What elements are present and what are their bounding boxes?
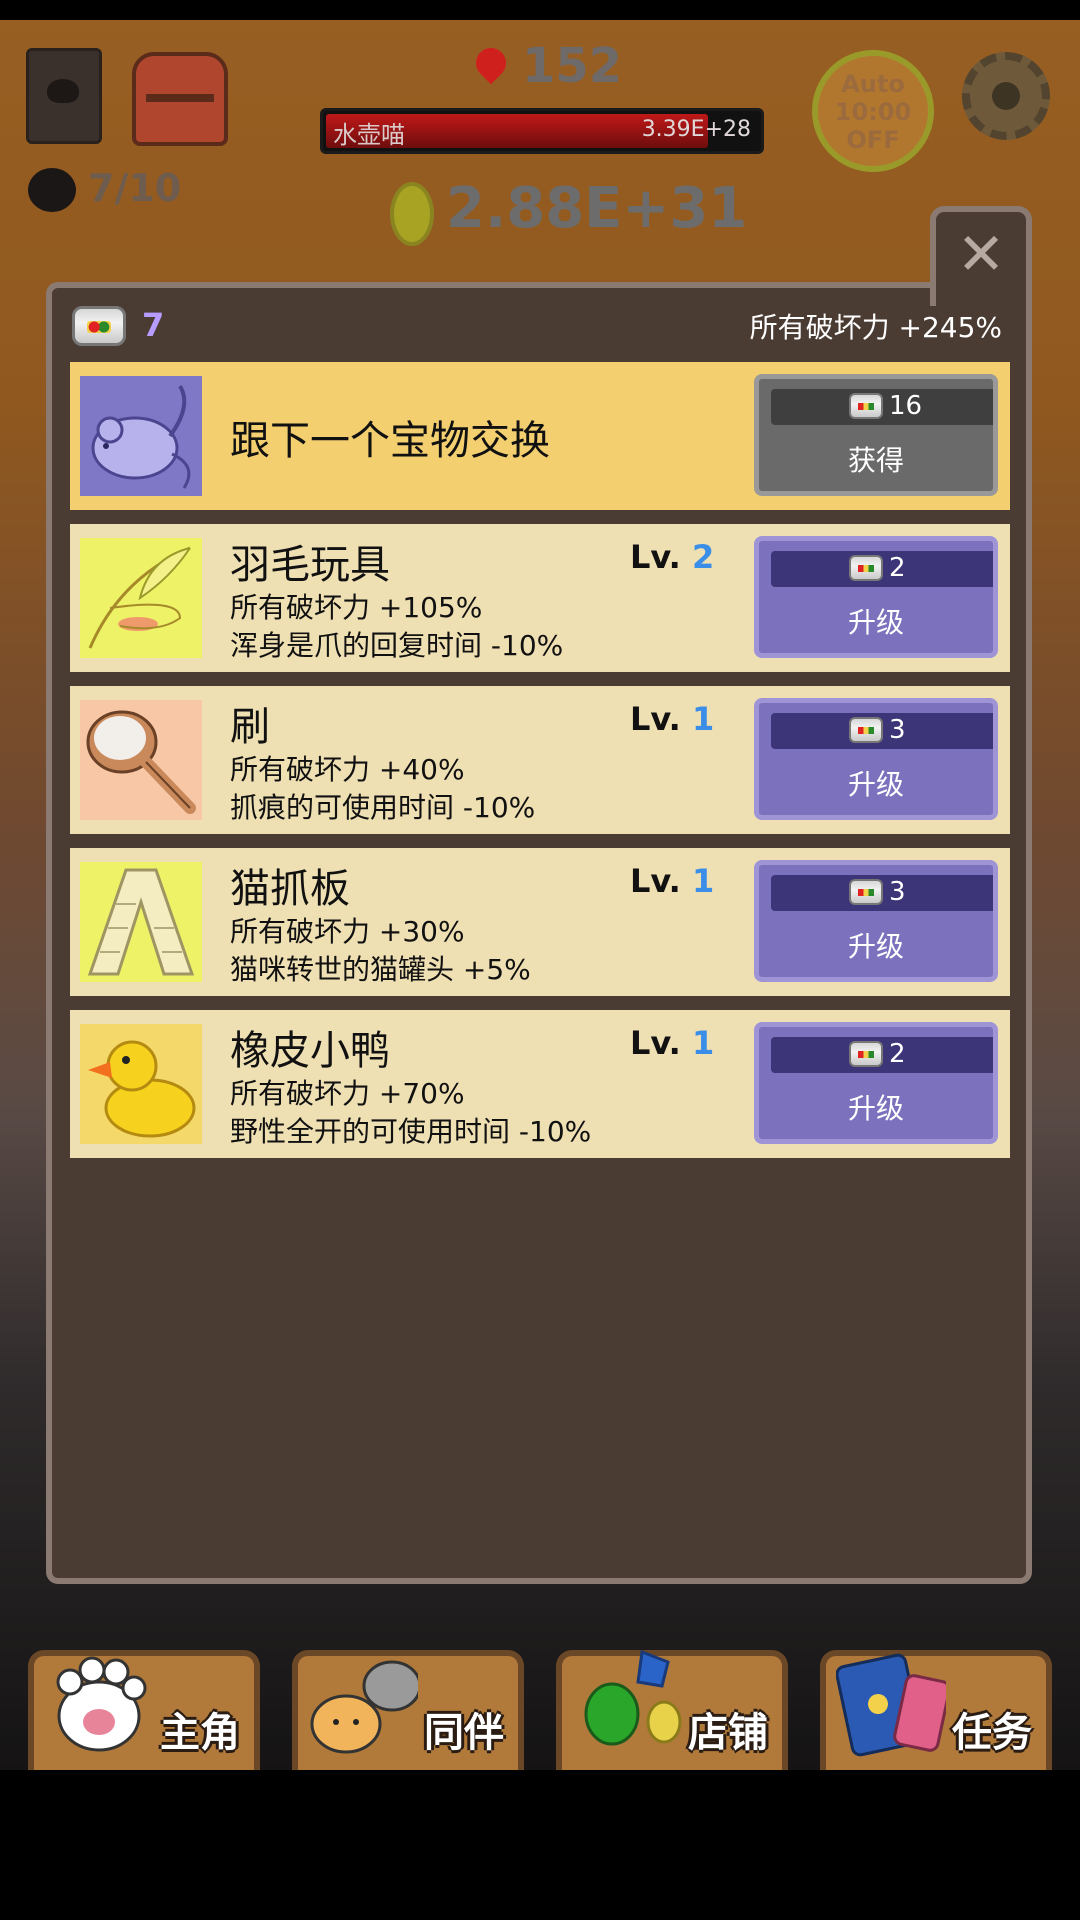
cost-value: 3 — [889, 715, 906, 745]
close-button[interactable]: ✕ — [930, 206, 1032, 306]
level-prefix: Lv. — [630, 538, 681, 576]
treasure-name: 刷 — [230, 704, 270, 750]
can-icon — [849, 1041, 883, 1067]
stage-number: 152 — [522, 38, 623, 94]
cost-bar: 3 — [771, 713, 993, 749]
upgrade-button-label: 升级 — [847, 1092, 904, 1125]
upgrade-button-label: 升级 — [847, 768, 904, 801]
paw-icon — [56, 1656, 147, 1752]
gems-icon — [584, 1649, 682, 1746]
treasure-level: Lv. 1 — [630, 700, 714, 738]
treasure-row: 橡皮小鸭 Lv. 1 所有破坏力 +70% 野性全开的可使用时间 -10% 2 … — [70, 1010, 1010, 1158]
cost-value: 2 — [889, 553, 906, 583]
nav-tab-companion[interactable]: 同伴 — [292, 1650, 524, 1770]
feather-toy-icon — [80, 538, 202, 658]
treasure-chest-icon[interactable] — [132, 52, 228, 146]
upgrade-button[interactable]: 2 升级 — [754, 1022, 998, 1144]
get-button[interactable]: 16 获得 — [754, 374, 998, 496]
level-value: 1 — [691, 862, 715, 900]
treasure-effect-2: 浑身是爪的回复时间 -10% — [230, 629, 564, 662]
level-prefix: Lv. — [630, 862, 681, 900]
treasure-effect-2: 猫咪转世的猫罐头 +5% — [230, 953, 531, 986]
total-damage-bonus: 所有破坏力 +245% — [749, 311, 1002, 344]
treasure-level: Lv. 1 — [630, 862, 714, 900]
cost-bar: 3 — [771, 875, 993, 911]
treasure-level: Lv. 2 — [630, 538, 714, 576]
auto-label: Auto — [841, 70, 905, 98]
nav-tab-label: 任务 — [952, 1710, 1032, 1756]
cat-count: 7/10 — [88, 166, 182, 210]
cost-value: 3 — [889, 877, 906, 907]
treasure-effect-1: 所有破坏力 +30% — [230, 915, 465, 948]
get-button-label: 获得 — [847, 444, 904, 477]
cost-bar: 2 — [771, 1037, 993, 1073]
cat-can-icon — [72, 306, 126, 346]
treasure-row: 猫抓板 Lv. 1 所有破坏力 +30% 猫咪转世的猫罐头 +5% 3 升级 — [70, 848, 1010, 996]
quest-book-icon — [836, 1653, 946, 1757]
boss-name: 水壶喵 — [333, 121, 405, 149]
brush-icon — [80, 700, 202, 820]
treasure-level: Lv. 1 — [630, 1024, 714, 1062]
auto-state: OFF — [846, 126, 900, 154]
cat-head-icon — [28, 168, 76, 212]
settings-gear-icon[interactable] — [962, 52, 1050, 140]
can-count: 7 — [142, 306, 165, 344]
treasure-effect-1: 所有破坏力 +40% — [230, 753, 465, 786]
treasure-row: 羽毛玩具 Lv. 2 所有破坏力 +105% 浑身是爪的回复时间 -10% 2 … — [70, 524, 1010, 672]
upgrade-button-label: 升级 — [847, 930, 904, 963]
toy-mouse-icon — [80, 376, 202, 496]
treasure-name: 橡皮小鸭 — [230, 1028, 390, 1074]
treasure-effect-1: 所有破坏力 +105% — [230, 591, 483, 624]
treasure-row: 刷 Lv. 1 所有破坏力 +40% 抓痕的可使用时间 -10% 3 升级 — [70, 686, 1010, 834]
cats-icon — [310, 1660, 418, 1754]
close-icon[interactable]: ✕ — [936, 222, 1026, 286]
cost-value: 16 — [889, 391, 923, 421]
treasure-effect-2: 抓痕的可使用时间 -10% — [230, 791, 536, 824]
upgrade-button-label: 升级 — [847, 606, 904, 639]
nav-tab-quest[interactable]: 任务 — [820, 1650, 1052, 1770]
auto-timer: 10:00 — [834, 98, 912, 126]
rubber-duck-icon — [80, 1024, 202, 1144]
upgrade-button[interactable]: 3 升级 — [754, 860, 998, 982]
cost-bar: 2 — [771, 551, 993, 587]
gold-amount: 2.88E+31 — [446, 176, 748, 241]
level-value: 1 — [691, 1024, 715, 1062]
nav-tab-hero[interactable]: 主角 — [28, 1650, 260, 1770]
can-icon — [849, 555, 883, 581]
auto-button[interactable]: Auto 10:00 OFF — [812, 50, 934, 172]
can-icon — [849, 879, 883, 905]
upgrade-button[interactable]: 3 升级 — [754, 698, 998, 820]
nav-tab-label: 主角 — [160, 1710, 240, 1756]
nav-tab-label: 同伴 — [424, 1710, 504, 1756]
gold-coin-icon — [390, 182, 434, 246]
level-prefix: Lv. — [630, 700, 681, 738]
nav-tab-label: 店铺 — [688, 1710, 768, 1756]
treasure-name: 猫抓板 — [230, 866, 350, 912]
boss-hp-value: 3.39E+28 — [641, 117, 751, 142]
level-prefix: Lv. — [630, 1024, 681, 1062]
upgrade-button[interactable]: 2 升级 — [754, 536, 998, 658]
cost-bar: 16 — [771, 389, 993, 425]
can-icon — [849, 717, 883, 743]
bottom-letterbox — [0, 1770, 1080, 1920]
level-value: 2 — [691, 538, 715, 576]
treasure-name: 羽毛玩具 — [230, 542, 390, 588]
cost-value: 2 — [889, 1039, 906, 1069]
cat-book-icon[interactable] — [26, 48, 102, 144]
scratch-board-icon — [80, 862, 202, 982]
nav-tab-shop[interactable]: 店铺 — [556, 1649, 788, 1770]
treasure-effect-1: 所有破坏力 +70% — [230, 1077, 465, 1110]
can-icon — [849, 393, 883, 419]
exchange-treasure-row: 跟下一个宝物交换 16 获得 — [70, 362, 1010, 510]
treasure-effect-2: 野性全开的可使用时间 -10% — [230, 1115, 592, 1148]
exchange-label: 跟下一个宝物交换 — [230, 418, 550, 464]
level-value: 1 — [691, 700, 715, 738]
boss-health-bar: 水壶喵 3.39E+28 — [320, 108, 764, 154]
